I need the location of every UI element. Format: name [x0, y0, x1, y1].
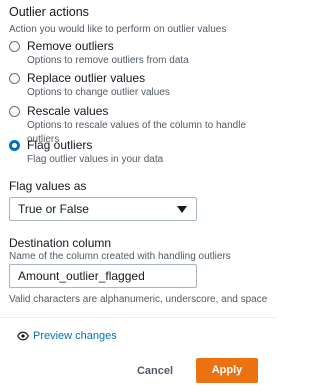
caret-down-icon	[177, 206, 187, 213]
outlier-actions-title: Outlier actions	[9, 5, 89, 19]
apply-button[interactable]: Apply	[196, 358, 258, 383]
flag-values-label: Flag values as	[9, 179, 87, 193]
radio-replace-outlier-values[interactable]: Replace outlier values Options to change…	[9, 71, 170, 100]
outlier-actions-description: Action you would like to perform on outl…	[9, 24, 227, 35]
radio-label: Remove outliers	[27, 39, 114, 53]
radio-label: Replace outlier values	[27, 71, 146, 85]
radio-description: Flag outlier values in your data	[27, 154, 164, 165]
radio-description: Options to remove outliers from data	[27, 55, 189, 66]
radio-button[interactable]	[9, 73, 20, 84]
radio-button[interactable]	[9, 106, 20, 117]
radio-label: Rescale values	[27, 104, 109, 118]
cancel-button[interactable]: Cancel	[126, 360, 184, 382]
destination-column-label: Destination column	[9, 236, 112, 250]
radio-remove-outliers[interactable]: Remove outliers Options to remove outlie…	[9, 39, 189, 68]
radio-button-selected[interactable]	[9, 140, 20, 151]
flag-values-select[interactable]: True or False	[9, 197, 197, 221]
destination-column-description: Name of the column created with handling…	[9, 251, 231, 262]
eye-icon	[17, 331, 29, 341]
preview-changes-label: Preview changes	[33, 330, 117, 342]
destination-column-input[interactable]: Amount_outlier_flagged	[9, 264, 197, 288]
radio-label: Flag outliers	[27, 138, 93, 152]
divider	[0, 317, 275, 318]
radio-flag-outliers[interactable]: Flag outliers Flag outlier values in you…	[9, 138, 163, 167]
destination-column-helper-text: Valid characters are alphanumeric, under…	[9, 294, 268, 305]
flag-values-selected: True or False	[18, 202, 89, 216]
radio-button[interactable]	[9, 41, 20, 52]
radio-description: Options to change outlier values	[27, 87, 170, 98]
preview-changes-link[interactable]: Preview changes	[17, 330, 117, 342]
